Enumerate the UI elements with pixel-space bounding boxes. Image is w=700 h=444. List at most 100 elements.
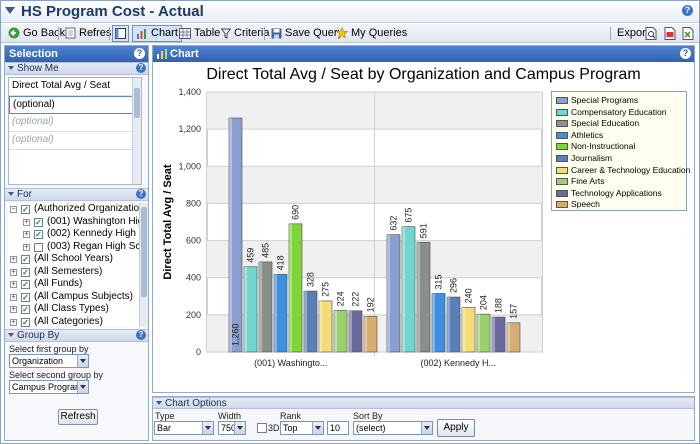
- scrollbar-thumb[interactable]: [141, 207, 147, 297]
- filter-tree-scrollbar[interactable]: [139, 203, 148, 327]
- collapse-arrow-icon[interactable]: [5, 7, 15, 14]
- scrollbar-thumb[interactable]: [134, 88, 140, 118]
- filter-tree-item[interactable]: + ✓ (All Categories): [8, 316, 144, 328]
- legend-swatch: [556, 97, 568, 104]
- filter-tree-item[interactable]: + ✓ (001) Washington High Sc: [8, 216, 144, 229]
- expand-icon[interactable]: +: [23, 231, 30, 238]
- legend-item: Compensatory Education: [556, 107, 666, 118]
- y-tick-label: 400: [186, 273, 201, 283]
- second-group-value: Campus Program: [12, 382, 83, 392]
- filter-checkbox[interactable]: ✓: [21, 292, 30, 302]
- go-back-button[interactable]: Go Back: [4, 25, 69, 42]
- first-group-value: Organization: [12, 356, 64, 366]
- chart-icon: [137, 29, 146, 39]
- filter-tree-item[interactable]: + ✓ (All Semesters): [8, 266, 144, 279]
- pdf-export-icon[interactable]: [664, 27, 676, 40]
- bar-highlight: [507, 322, 510, 352]
- bar-value-label: 222: [351, 292, 361, 307]
- legend-label: Journalism: [571, 153, 613, 163]
- filter-checkbox[interactable]: [34, 242, 43, 252]
- rank-select[interactable]: Top: [280, 421, 324, 435]
- filter-checkbox[interactable]: ✓: [21, 205, 30, 214]
- excel-export-icon[interactable]: [682, 27, 694, 40]
- 3d-checkbox[interactable]: [257, 423, 267, 433]
- show-me-scrollbar[interactable]: [132, 78, 141, 184]
- bar-value-label: 632: [389, 216, 399, 231]
- show-me-measure-2[interactable]: (optional): [9, 96, 141, 114]
- expand-icon[interactable]: +: [10, 293, 17, 301]
- show-me-measure-3[interactable]: (optional): [9, 114, 141, 132]
- filter-checkbox[interactable]: ✓: [21, 280, 30, 289]
- legend-item: Career & Technology Education: [556, 165, 690, 176]
- legend-label: Technology Applications: [571, 187, 662, 198]
- filter-tree-item[interactable]: − ✓ (Authorized Organizations): [8, 203, 144, 216]
- filter-tree-item[interactable]: + ✓ (All Campus Subjects): [8, 291, 144, 304]
- bar-highlight: [432, 293, 435, 352]
- first-group-select[interactable]: Organization: [9, 354, 89, 368]
- expand-icon[interactable]: +: [23, 243, 30, 251]
- filter-checkbox[interactable]: ✓: [34, 217, 43, 227]
- bar-highlight: [274, 274, 277, 352]
- chart-legend: Special Programs Compensatory Education Sp…: [551, 91, 690, 211]
- bar-value-label: 157: [509, 304, 519, 319]
- bar-highlight: [289, 223, 292, 352]
- first-group-label: Select first group by: [9, 344, 89, 354]
- collapse-icon[interactable]: −: [10, 206, 17, 213]
- chart-options-header[interactable]: Chart Options: [153, 397, 694, 409]
- group-by-label: Group By: [17, 330, 60, 341]
- legend-swatch: [556, 178, 568, 186]
- help-icon[interactable]: ?: [682, 5, 693, 16]
- apply-button[interactable]: Apply: [437, 419, 475, 437]
- filter-tree-item[interactable]: + (003) Regan High School: [8, 241, 144, 254]
- chart-width-select[interactable]: 750: [218, 421, 246, 435]
- expand-icon[interactable]: +: [23, 218, 30, 226]
- layout-toggle-button[interactable]: [112, 25, 129, 42]
- toolbar-separator: [58, 27, 59, 40]
- expand-icon[interactable]: +: [10, 306, 17, 313]
- help-icon[interactable]: ?: [136, 189, 146, 199]
- legend-swatch: [556, 143, 568, 151]
- legend-swatch: [556, 131, 568, 139]
- chart-type-select[interactable]: Bar: [154, 421, 214, 435]
- expand-icon[interactable]: +: [10, 318, 17, 326]
- dropdown-arrow-icon: [421, 422, 432, 434]
- filter-checkbox[interactable]: ✓: [21, 305, 30, 314]
- show-me-header[interactable]: Show Me ?: [5, 62, 148, 75]
- sort-by-label: Sort By: [353, 411, 383, 421]
- bar-value-label: 192: [366, 297, 376, 312]
- y-tick-label: 1,200: [178, 124, 201, 134]
- filter-tree-item[interactable]: + ✓ (All Class Types): [8, 303, 144, 316]
- help-icon[interactable]: ?: [136, 330, 146, 340]
- y-tick-label: 1,000: [178, 161, 201, 171]
- filter-tree-item[interactable]: + ✓ (All Funds): [8, 278, 144, 291]
- filter-checkbox[interactable]: ✓: [34, 230, 43, 239]
- expand-icon[interactable]: +: [10, 281, 17, 288]
- second-group-select[interactable]: Campus Program: [9, 380, 89, 394]
- help-icon[interactable]: ?: [136, 63, 146, 73]
- filter-tree-item[interactable]: + ✓ (002) Kennedy High Schoo: [8, 228, 144, 241]
- rank-count-input[interactable]: 10: [327, 421, 349, 435]
- expand-icon[interactable]: +: [10, 256, 17, 263]
- legend-swatch: [556, 201, 568, 209]
- legend-swatch: [556, 189, 568, 197]
- show-me-measure-4[interactable]: (optional): [9, 132, 141, 150]
- bar-highlight: [462, 307, 465, 352]
- filter-tree: − ✓ (Authorized Organizations) + ✓ (001) Wash…: [8, 203, 144, 327]
- help-icon[interactable]: ?: [134, 48, 145, 59]
- refresh-selection-button[interactable]: Refresh: [58, 409, 98, 425]
- show-me-measure-1[interactable]: Direct Total Avg / Seat: [9, 78, 141, 96]
- chart-panel-header: Chart ?: [153, 46, 694, 62]
- filter-checkbox[interactable]: ✓: [21, 317, 30, 327]
- legend-label: Career & Technology Education: [571, 164, 691, 175]
- for-header[interactable]: For ?: [5, 188, 148, 201]
- help-icon[interactable]: ?: [680, 48, 691, 59]
- filter-checkbox[interactable]: ✓: [21, 267, 30, 277]
- group-by-header[interactable]: Group By ?: [5, 329, 148, 342]
- sort-by-select[interactable]: (select): [353, 421, 433, 435]
- print-preview-icon[interactable]: [645, 27, 657, 40]
- expand-icon[interactable]: +: [10, 268, 17, 276]
- my-queries-button[interactable]: My Queries: [332, 25, 411, 42]
- chart-label: Chart: [151, 27, 178, 39]
- filter-checkbox[interactable]: ✓: [21, 255, 30, 264]
- filter-tree-item[interactable]: + ✓ (All School Years): [8, 253, 144, 266]
